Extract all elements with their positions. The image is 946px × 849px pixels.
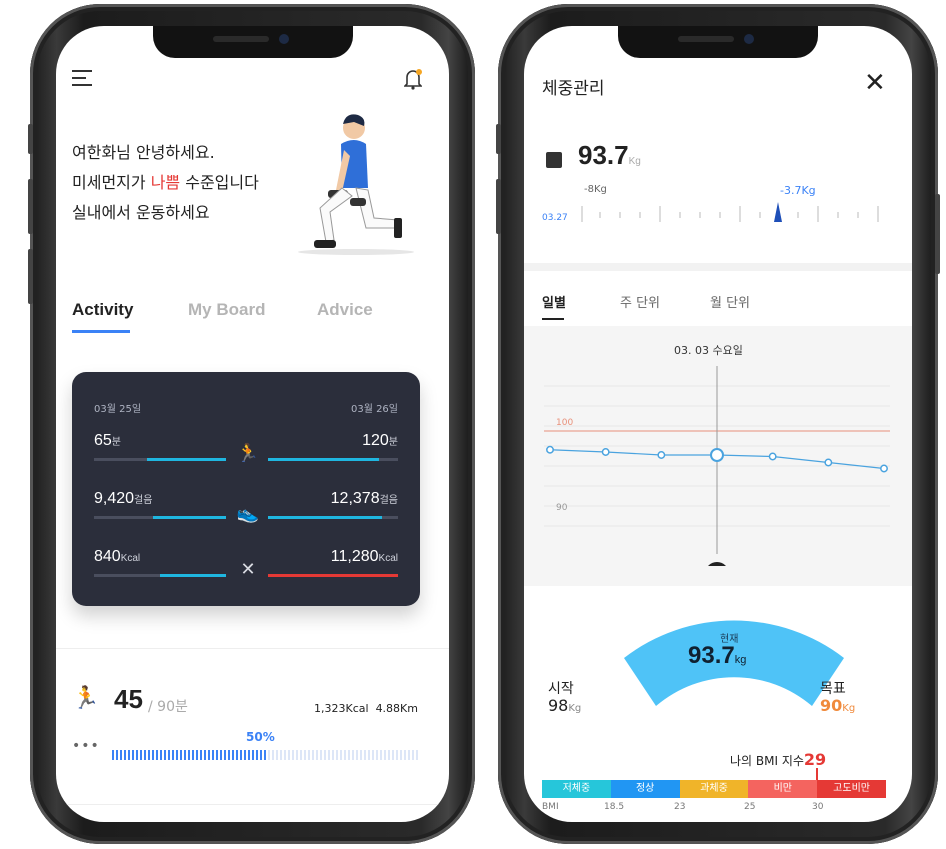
running-icon: 🏃	[72, 686, 100, 711]
volume-up-button	[28, 179, 33, 234]
kcal-left-bar	[94, 574, 226, 577]
exercise-stats: 1,323Kcal 4.88Km	[314, 702, 418, 715]
mute-switch	[496, 124, 501, 154]
phone-frame-left: 여한화님 안녕하세요. 미세먼지가 나쁨 수준입니다 실내에서 운동하세요 Ac…	[28, 4, 475, 844]
power-button	[935, 194, 940, 274]
active-tab-indicator	[72, 330, 130, 333]
shoe-icon: 👟	[236, 503, 260, 524]
dust-status-line: 미세먼지가 나쁨 수준입니다	[72, 173, 259, 192]
y-tick-label: 90	[556, 503, 568, 513]
notch	[618, 26, 818, 58]
activity-tab-bar: Activity My Board Advice	[72, 300, 392, 336]
bmi-segment-underweight: 저체중	[542, 780, 611, 798]
selected-day-badge	[708, 562, 726, 566]
screen-activity: 여한화님 안녕하세요. 미세먼지가 나쁨 수준입니다 실내에서 운동하세요 Ac…	[56, 26, 449, 822]
screen-weight: 체중관리 ✕ 93.7Kg -8Kg -3.7Kg 03.27 일별 주 단위 …	[524, 26, 912, 822]
close-icon[interactable]: ✕	[864, 68, 886, 98]
data-point	[710, 448, 724, 462]
goal-label: 목표	[820, 681, 846, 697]
minutes-right-bar	[268, 458, 398, 461]
ruler-date: 03.27	[542, 213, 568, 223]
bmi-segment-obese: 비만	[748, 780, 818, 798]
tab-weekly[interactable]: 주 단위	[620, 292, 660, 311]
minutes-right-value: 120분	[362, 432, 398, 449]
kcal-right-bar	[268, 574, 398, 577]
active-tab-indicator	[542, 318, 564, 320]
bmi-scale-bar: 저체중 정상 과체중 비만 고도비만	[542, 780, 886, 798]
weight-line-chart[interactable]: 1009024252627282930	[524, 366, 912, 566]
menu-icon[interactable]	[72, 70, 92, 88]
start-label: 시작	[548, 681, 574, 697]
current-weight: 93.7Kg	[578, 140, 641, 170]
exercise-minutes: 45	[114, 684, 143, 714]
y-tick-label: 100	[556, 418, 573, 428]
tab-advice[interactable]: Advice	[317, 300, 373, 320]
date-left: 03월 25일	[94, 404, 142, 415]
steps-left-bar	[94, 516, 226, 519]
data-point	[657, 451, 666, 459]
exercise-goal: / 90분	[148, 699, 188, 715]
bell-icon[interactable]	[403, 68, 423, 90]
volume-down-button	[28, 249, 33, 304]
date-right: 03월 26일	[350, 404, 398, 415]
weight-ruler: -8Kg -3.7Kg 03.27	[542, 184, 892, 234]
steps-right-value: 12,378걸음	[330, 490, 398, 507]
notch	[152, 26, 353, 58]
activity-comparison-card[interactable]: 03월 25일 03월 26일 65분 120분 🏃 9,420걸음 12,37…	[72, 372, 420, 606]
advice-line: 실내에서 운동하세요	[72, 203, 210, 222]
tab-activity[interactable]: Activity	[72, 300, 133, 320]
steps-left-value: 9,420걸음	[94, 490, 153, 507]
data-point	[768, 452, 777, 461]
period-tab-bar: 일별 주 단위 월 단위	[542, 292, 882, 322]
exercise-illustration	[286, 110, 416, 260]
start-weight: 98Kg	[548, 696, 582, 715]
divider	[56, 804, 449, 805]
data-point	[601, 448, 610, 456]
minutes-left-value: 65분	[94, 432, 121, 449]
bmi-segment-overweight: 과체중	[679, 780, 749, 798]
tab-daily[interactable]: 일별	[542, 292, 566, 311]
greeting-text: 여한화님 안녕하세요. 미세먼지가 나쁨 수준입니다 실내에서 운동하세요	[72, 138, 259, 228]
data-point	[546, 445, 554, 454]
chart-date: 03. 03 수요일	[674, 344, 743, 357]
tab-monthly[interactable]: 월 단위	[710, 292, 750, 311]
steps-right-bar	[268, 516, 398, 519]
ruler-marker	[774, 202, 782, 222]
more-icon[interactable]: •••	[72, 738, 100, 754]
greeting-line: 여한화님 안녕하세요.	[72, 143, 215, 162]
ruler-left-label: -8Kg	[584, 184, 607, 195]
progress-bar	[112, 750, 420, 760]
data-point	[824, 458, 833, 467]
running-icon: 🏃	[236, 443, 260, 464]
page-title: 체중관리	[542, 79, 605, 99]
bmi-segment-severe-obese: 고도비만	[817, 780, 886, 798]
utensils-icon: ✕	[240, 559, 256, 580]
ruler-right-label: -3.7Kg	[780, 184, 816, 197]
divider	[56, 648, 449, 649]
progress-percent: 50%	[246, 730, 275, 744]
mute-switch	[28, 124, 33, 154]
phone-frame-right: 체중관리 ✕ 93.7Kg -8Kg -3.7Kg 03.27 일별 주 단위 …	[496, 4, 940, 844]
volume-up-button	[496, 179, 501, 234]
bmi-segment-normal: 정상	[610, 780, 680, 798]
tab-my-board[interactable]: My Board	[188, 300, 265, 320]
goal-weight: 90Kg	[820, 696, 856, 715]
gauge-current-value: 93.7kg	[688, 642, 747, 669]
kcal-left-value: 840Kcal	[94, 548, 141, 565]
dust-level-badge: 나쁨	[150, 173, 181, 192]
kcal-right-value: 11,280Kcal	[330, 548, 398, 565]
minutes-left-bar	[94, 458, 226, 461]
scale-icon	[546, 152, 562, 168]
data-point	[880, 464, 888, 473]
bmi-indicator: 나의 BMI 지수29	[730, 750, 827, 769]
section-divider	[524, 263, 912, 271]
